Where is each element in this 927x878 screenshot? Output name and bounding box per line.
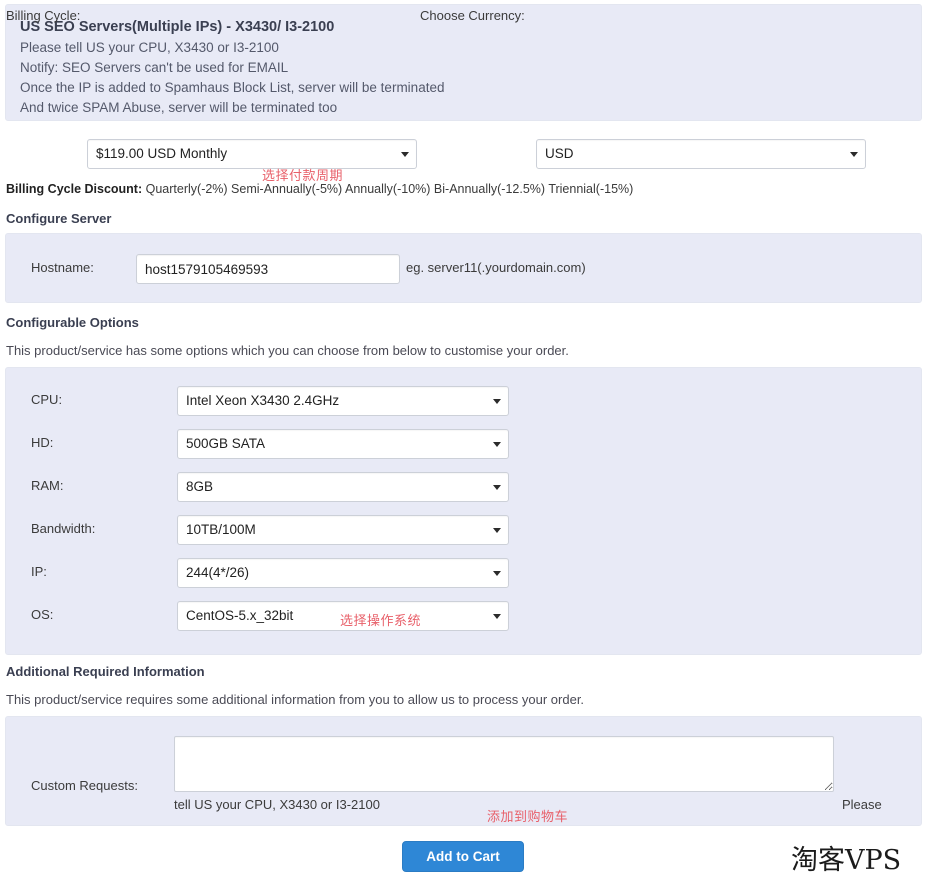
choose-currency-label: Choose Currency: [420,8,525,23]
add-to-cart-button[interactable]: Add to Cart [402,841,524,872]
hostname-input[interactable] [136,254,400,284]
additional-information-subtitle: This product/service requires some addit… [6,692,585,707]
option-row: RAM: 8GB [6,466,921,509]
configure-server-panel: Hostname: eg. server11(.yourdomain.com) [5,233,922,303]
chevron-down-icon [493,399,501,404]
option-row: Bandwidth: 10TB/100M [6,509,921,552]
product-description-line: And twice SPAM Abuse, server will be ter… [20,100,338,115]
chevron-down-icon [401,152,409,157]
additional-information-heading: Additional Required Information [6,664,205,679]
chevron-down-icon [850,152,858,157]
hostname-label: Hostname: [31,260,94,275]
chevron-down-icon [493,528,501,533]
watermark: 淘客VPS [791,845,902,876]
option-selected-value-ram: 8GB [186,479,214,494]
additional-information-panel: Custom Requests: Please tell US your CPU… [5,716,922,826]
option-row: IP: 244(4*/26) [6,552,921,595]
custom-requests-label: Custom Requests: [31,778,138,793]
billing-cycle-discount: Billing Cycle Discount: Quarterly(-2%) S… [6,182,633,196]
annotation-operating-system: 选择操作系统 [340,614,422,629]
option-select-ram[interactable]: 8GB [177,472,509,502]
billing-cycle-label: Billing Cycle: [6,8,81,23]
chevron-down-icon [493,485,501,490]
billing-cycle-select[interactable]: $119.00 USD Monthly [87,139,417,169]
product-description-line: Please tell US your CPU, X3430 or I3-210… [20,40,279,55]
option-label-hd: HD: [31,435,54,450]
annotation-add-to-cart: 添加到购物车 [487,810,569,825]
billing-cycle-discount-label: Billing Cycle Discount: [6,182,143,196]
billing-cycle-selected-value: $119.00 USD Monthly [96,146,228,161]
chevron-down-icon [493,571,501,576]
currency-select[interactable]: USD [536,139,866,169]
chevron-down-icon [493,442,501,447]
option-select-bandwidth[interactable]: 10TB/100M [177,515,509,545]
option-row: CPU: Intel Xeon X3430 2.4GHz [6,380,921,423]
option-select-ip[interactable]: 244(4*/26) [177,558,509,588]
option-selected-value-ip: 244(4*/26) [186,565,250,580]
chevron-down-icon [493,614,501,619]
option-row: HD: 500GB SATA [6,423,921,466]
option-selected-value-bandwidth: 10TB/100M [186,522,256,537]
custom-requests-textarea[interactable] [174,736,834,792]
configurable-options-panel: CPU: Intel Xeon X3430 2.4GHz HD: 500GB S… [5,367,922,655]
custom-requests-hint-first: Please [842,797,882,812]
option-label-ip: IP: [31,564,47,579]
option-label-bandwidth: Bandwidth: [31,521,96,536]
option-label-cpu: CPU: [31,392,63,407]
option-row: OS: CentOS-5.x_32bit [6,595,921,638]
configurable-options-heading: Configurable Options [6,315,139,330]
option-label-ram: RAM: [31,478,64,493]
option-selected-value-hd: 500GB SATA [186,436,266,451]
currency-selected-value: USD [545,146,574,161]
product-description-line: Once the IP is added to Spamhaus Block L… [20,80,445,95]
option-select-hd[interactable]: 500GB SATA [177,429,509,459]
option-select-cpu[interactable]: Intel Xeon X3430 2.4GHz [177,386,509,416]
configurable-options-subtitle: This product/service has some options wh… [6,343,569,358]
option-label-os: OS: [31,607,54,622]
option-selected-value-cpu: Intel Xeon X3430 2.4GHz [186,393,340,408]
custom-requests-hint-second: tell US your CPU, X3430 or I3-2100 [174,797,380,812]
hostname-hint: eg. server11(.yourdomain.com) [406,260,586,275]
option-selected-value-os: CentOS-5.x_32bit [186,608,294,623]
configure-server-heading: Configure Server [6,211,112,226]
billing-cycle-discount-value: Quarterly(-2%) Semi-Annually(-5%) Annual… [145,182,634,196]
product-description-line: Notify: SEO Servers can't be used for EM… [20,60,289,75]
